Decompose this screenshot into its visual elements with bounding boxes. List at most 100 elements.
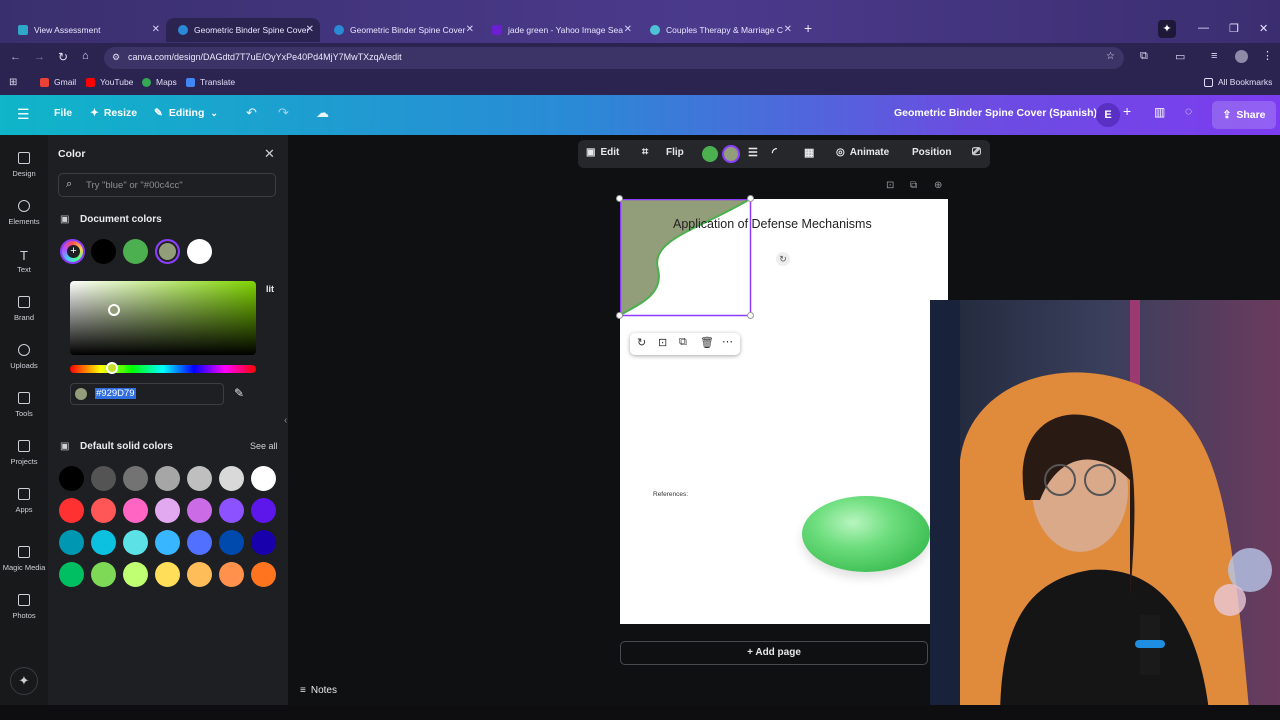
rail-tools[interactable]: Tools [0, 392, 48, 418]
hue-handle[interactable] [106, 362, 118, 374]
doc-swatch-black[interactable] [91, 239, 116, 264]
rail-magic-media[interactable]: Magic Media [0, 546, 48, 572]
comment-icon[interactable]: ◌ [1185, 104, 1192, 118]
tab-canva-2[interactable]: Geometric Binder Spine Cover ✕ [322, 18, 480, 42]
bookmark-translate[interactable]: Translate [186, 77, 235, 87]
default-color-swatch[interactable] [155, 530, 180, 555]
cast-icon[interactable]: ▭ [1175, 50, 1185, 63]
analytics-icon[interactable]: ▥ [1154, 105, 1165, 119]
all-bookmarks[interactable]: All Bookmarks [1204, 77, 1272, 87]
default-color-swatch[interactable] [251, 498, 276, 523]
default-color-swatch[interactable] [155, 466, 180, 491]
default-color-swatch[interactable] [219, 498, 244, 523]
extensions-icon[interactable]: ⧉ [1140, 50, 1148, 63]
more-options-icon[interactable]: ⋯ [722, 335, 733, 348]
maximize-icon[interactable]: ❐ [1229, 22, 1239, 35]
default-color-swatch[interactable] [123, 498, 148, 523]
gemini-icon[interactable]: ✦ [1158, 20, 1176, 38]
add-page-button[interactable]: + Add page [620, 641, 928, 665]
doc-swatch-sage-selected[interactable] [155, 239, 180, 264]
reload-icon[interactable]: ↻ [58, 50, 68, 64]
color-search-input[interactable]: ⌕ Try "blue" or "#00c4cc" [58, 173, 276, 197]
tab-yahoo-search[interactable]: jade green - Yahoo Image Sea ✕ [480, 18, 638, 42]
default-color-swatch[interactable] [123, 466, 148, 491]
transparency-icon[interactable]: ▦ [804, 146, 814, 159]
duplicate-icon[interactable]: ⧉ [679, 336, 687, 349]
edit-button[interactable]: ▣ Edit [586, 147, 619, 158]
flip-button[interactable]: Flip [666, 147, 684, 158]
default-color-swatch[interactable] [91, 466, 116, 491]
document-title[interactable]: Geometric Binder Spine Cover (Spanish) [894, 107, 1097, 119]
profile-avatar[interactable] [1235, 50, 1248, 63]
duplicate-page-icon[interactable]: ⧉ [910, 180, 917, 191]
bookmark-youtube[interactable]: YouTube [86, 77, 133, 87]
saturation-handle[interactable] [108, 304, 120, 316]
rail-photos[interactable]: Photos [0, 594, 48, 620]
default-color-swatch[interactable] [91, 530, 116, 555]
notes-button[interactable]: ≡ Notes [300, 685, 337, 696]
close-window-icon[interactable]: ✕ [1259, 22, 1268, 35]
default-color-swatch[interactable] [123, 562, 148, 587]
editing-mode-button[interactable]: ✎ Editing ⌄ [154, 107, 218, 119]
rail-apps[interactable]: Apps [0, 488, 48, 514]
resize-button[interactable]: ✦ Resize [90, 107, 137, 119]
add-color-swatch[interactable]: + [60, 239, 85, 264]
resize-handle-tr[interactable] [747, 195, 754, 202]
share-button[interactable]: ⇪ Share [1212, 101, 1276, 129]
bookmark-gmail[interactable]: Gmail [40, 77, 76, 87]
position-button[interactable]: Position [912, 147, 951, 158]
default-color-swatch[interactable] [187, 562, 212, 587]
rail-projects[interactable]: Projects [0, 440, 48, 466]
color-swatch-sage[interactable] [722, 145, 740, 163]
default-color-swatch[interactable] [123, 530, 148, 555]
default-color-swatch[interactable] [59, 530, 84, 555]
crop-icon[interactable]: ⌗ [642, 146, 648, 159]
menu-icon[interactable]: ⋮ [1262, 49, 1273, 62]
regenerate-icon[interactable]: ↻ [637, 336, 646, 349]
lock-page-icon[interactable]: ⊡ [886, 180, 894, 191]
see-all-link[interactable]: See all [250, 441, 278, 451]
jade-stone-image[interactable] [802, 496, 930, 572]
saturation-field[interactable] [70, 281, 256, 355]
corner-rounding-icon[interactable]: ◜ [772, 145, 777, 159]
default-color-swatch[interactable] [155, 498, 180, 523]
lock-icon[interactable]: ⊡ [658, 336, 667, 349]
site-info-icon[interactable]: ⚙ [112, 52, 120, 63]
magic-assistant-icon[interactable]: ✦ [10, 667, 38, 695]
default-color-swatch[interactable] [251, 562, 276, 587]
border-style-icon[interactable]: ☰ [748, 146, 758, 159]
back-icon[interactable]: ← [10, 51, 21, 63]
default-color-swatch[interactable] [219, 562, 244, 587]
page-heading[interactable]: Application of Defense Mechanisms [673, 217, 948, 231]
tab-view-assessment[interactable]: View Assessment ✕ [6, 18, 166, 42]
rail-text[interactable]: T Text [0, 248, 48, 274]
resize-handle-bl[interactable] [616, 312, 623, 319]
undo-icon[interactable]: ↶ [246, 105, 257, 121]
collapse-panel-icon[interactable]: ‹ [284, 415, 287, 426]
eyedropper-icon[interactable]: ✎ [234, 386, 244, 400]
rail-elements[interactable]: Elements [0, 200, 48, 226]
hamburger-menu-icon[interactable]: ☰ [17, 106, 30, 123]
forward-icon[interactable]: → [34, 51, 45, 63]
default-color-swatch[interactable] [59, 562, 84, 587]
default-color-swatch[interactable] [219, 466, 244, 491]
animate-button[interactable]: ◎ Animate [836, 147, 889, 158]
default-color-swatch[interactable] [187, 466, 212, 491]
file-menu-button[interactable]: File [54, 107, 72, 119]
default-color-swatch[interactable] [59, 498, 84, 523]
default-color-swatch[interactable] [155, 562, 180, 587]
default-color-swatch[interactable] [187, 498, 212, 523]
doc-swatch-white[interactable] [187, 239, 212, 264]
delete-icon[interactable]: 🗑 [700, 336, 714, 349]
tab-canva-active[interactable]: Geometric Binder Spine Cover ✕ [166, 18, 320, 42]
color-swatch-green[interactable] [702, 146, 718, 162]
apps-grid-icon[interactable]: ⊞ [9, 77, 17, 88]
references-label[interactable]: References: [653, 491, 688, 498]
default-color-swatch[interactable] [251, 530, 276, 555]
close-panel-icon[interactable]: ✕ [264, 146, 275, 162]
bookmark-maps[interactable]: Maps [142, 77, 177, 87]
default-color-swatch[interactable] [91, 498, 116, 523]
paint-format-icon[interactable]: ⎚ [972, 146, 981, 159]
redo-icon[interactable]: ↷ [278, 105, 289, 121]
rail-brand[interactable]: Brand [0, 296, 48, 322]
